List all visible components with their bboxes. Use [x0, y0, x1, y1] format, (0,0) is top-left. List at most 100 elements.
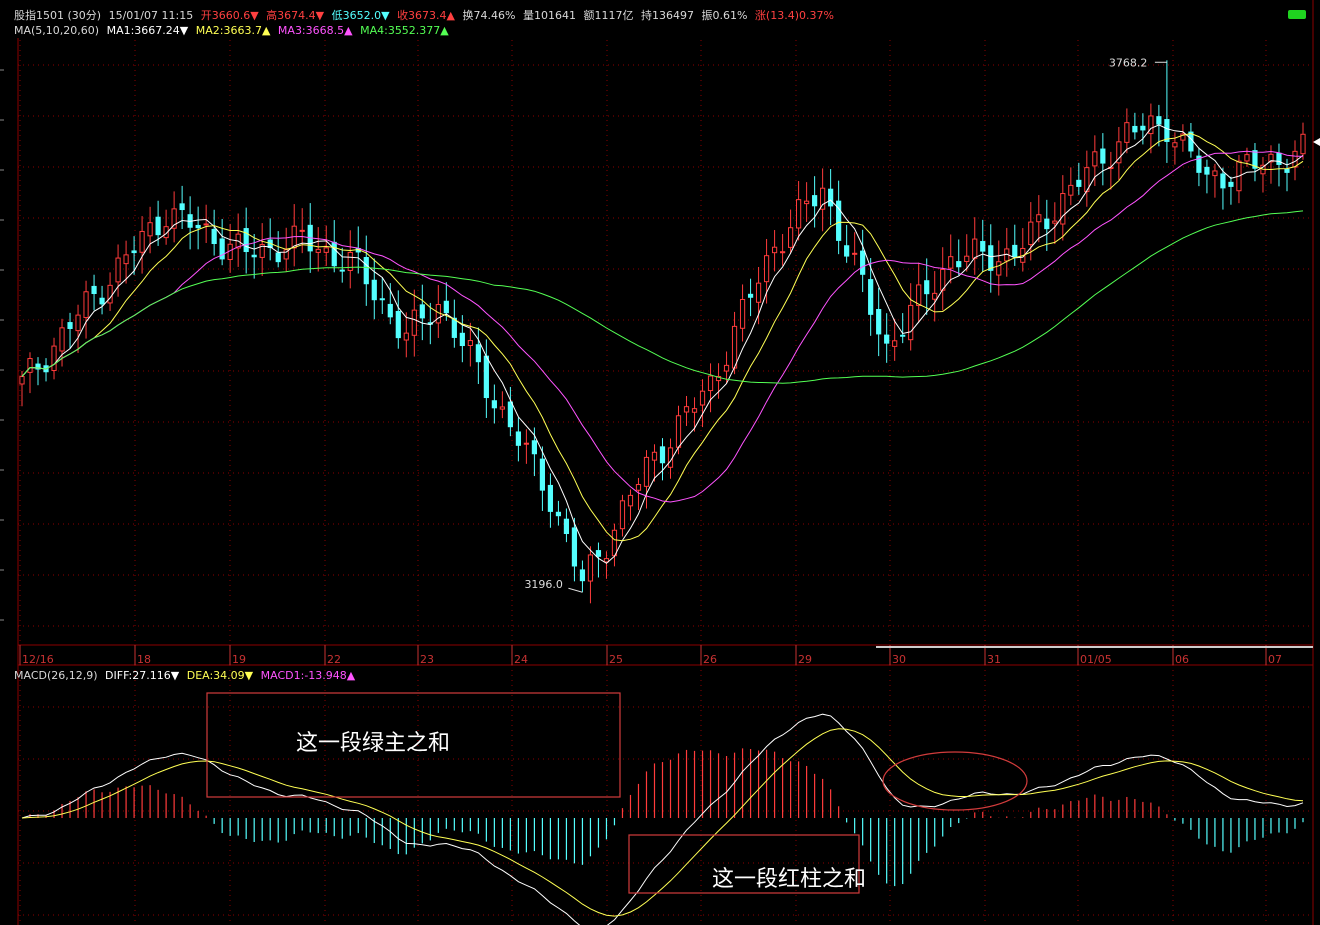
candle-down — [379, 298, 385, 301]
candle-up — [1060, 193, 1066, 225]
candle-down — [1276, 152, 1282, 165]
connection-status-icon[interactable] — [1288, 10, 1306, 19]
candle-up — [523, 442, 529, 445]
candle-down — [547, 484, 554, 512]
open-interest: 持136497 — [640, 9, 694, 22]
candle-up — [499, 406, 505, 410]
candle-up — [587, 554, 594, 582]
date-label: 29 — [798, 653, 812, 666]
candle-up — [916, 284, 922, 306]
candle-down — [1204, 166, 1210, 175]
candle-up — [755, 282, 762, 303]
candle-up — [411, 309, 417, 336]
date-label: 18 — [137, 653, 151, 666]
candle-up — [788, 227, 794, 248]
candle-up — [635, 484, 642, 491]
candle-up — [892, 340, 898, 347]
date-label: 23 — [420, 653, 434, 666]
turnover: 换74.46% — [462, 9, 516, 22]
candle-down — [900, 334, 906, 337]
date-label: 30 — [892, 653, 906, 666]
candle-up — [771, 246, 778, 254]
candle-down — [451, 317, 457, 338]
candle-down — [980, 241, 986, 252]
max-price-label: 3768.2 — [1109, 56, 1148, 69]
candle-down — [483, 355, 489, 399]
candle-down — [1188, 131, 1194, 152]
candle-down — [387, 303, 393, 318]
candle-down — [1076, 179, 1082, 187]
candle-down — [884, 334, 890, 344]
candle-down — [539, 458, 546, 491]
candle-down — [876, 308, 882, 335]
candle-down — [275, 252, 281, 263]
candle-up — [147, 222, 153, 237]
candle-up — [59, 327, 65, 352]
candle-down — [571, 527, 578, 567]
date-label: 06 — [1175, 653, 1189, 666]
candle-down — [1132, 125, 1138, 133]
candle-down — [251, 254, 257, 258]
macd1-value: MACD1:-13.948▲ — [260, 669, 356, 682]
candle-down — [659, 446, 666, 464]
candle-up — [948, 256, 954, 269]
price-info-bar: 股指1501 (30分) 15/01/07 11:15 开3660.6▼ 高36… — [14, 9, 838, 23]
candle-down — [475, 344, 481, 363]
low-pointer — [568, 587, 583, 593]
candle-up — [1036, 214, 1042, 223]
date-axis: 12/16 18 19 22 23 24 25 26 29 30 31 01/05 06 07 — [19, 138, 1320, 666]
date-label: 31 — [987, 653, 1001, 666]
current-price-marker — [1313, 138, 1320, 146]
amount: 额1117亿 — [583, 9, 634, 22]
crossover-ellipse — [882, 751, 1028, 811]
red-sum-label: 这一段红柱之和 — [712, 867, 867, 892]
candle-up — [1068, 184, 1074, 196]
candle-up — [852, 252, 858, 255]
date-label: 12/16 — [22, 653, 54, 666]
candle-down — [131, 250, 137, 254]
date-label: 24 — [514, 653, 528, 666]
candle-up — [403, 332, 409, 341]
candle-up — [1300, 133, 1306, 155]
candle-up — [611, 529, 618, 557]
macd-label: MACD(26,12,9) — [14, 669, 98, 682]
candle-up — [1124, 122, 1130, 143]
candle-down — [507, 401, 513, 428]
ma2-value: MA2:3663.7▲ — [195, 24, 271, 37]
candle-down — [812, 195, 818, 207]
futures-chart[interactable]: 3768.2 3196.0 12/16 18 19 22 23 24 25 26 29 30 31 01… — [0, 0, 1320, 925]
candle-up — [1172, 142, 1178, 148]
candle-up — [115, 257, 121, 283]
volume: 量101641 — [522, 9, 576, 22]
symbol: 股指1501 — [14, 9, 64, 22]
ma-label: MA(5,10,20,60) — [14, 24, 100, 37]
candle-up — [323, 247, 329, 253]
date-label: 26 — [703, 653, 717, 666]
ma4-value: MA4:3552.377▲ — [360, 24, 449, 37]
candle-down — [868, 279, 874, 315]
candle-down — [988, 245, 994, 271]
candle-down — [1284, 168, 1290, 173]
candle-down — [579, 569, 586, 582]
candle-up — [779, 251, 786, 254]
candle-down — [1044, 218, 1050, 230]
candle-down — [860, 250, 866, 275]
date-label: 01/05 — [1080, 653, 1112, 666]
ma1-value: MA1:3667.24▼ — [106, 24, 189, 37]
candle-up — [972, 238, 978, 259]
candle-down — [563, 518, 570, 535]
chart-grid — [0, 0, 1314, 925]
candle-up — [203, 223, 209, 226]
candle-up — [51, 345, 57, 372]
candle-down — [1100, 148, 1106, 164]
low-price: 低3652.0▼ — [331, 9, 390, 22]
ma-legend: MA(5,10,20,60) MA1:3667.24▼ MA2:3663.7▲ … — [14, 24, 453, 38]
candle-down — [1156, 116, 1162, 125]
candle-down — [459, 332, 465, 347]
candle-up — [675, 415, 682, 448]
candle-up — [731, 325, 738, 369]
candle-up — [739, 298, 746, 329]
candle-up — [619, 500, 626, 530]
period: (30分) — [67, 9, 102, 22]
candle-up — [699, 390, 706, 406]
